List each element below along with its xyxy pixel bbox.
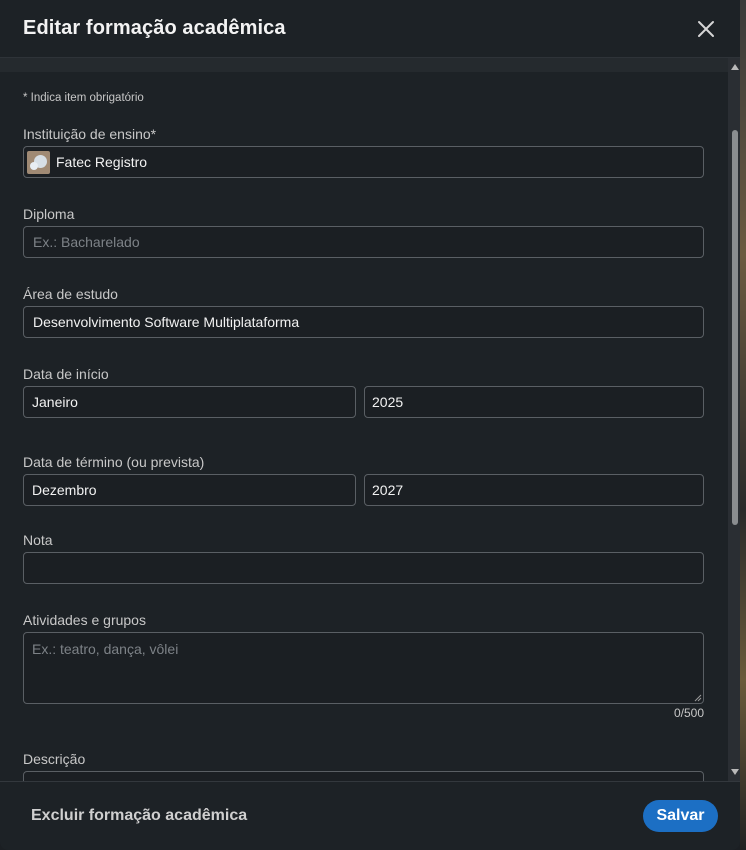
save-button[interactable]: Salvar	[643, 800, 718, 832]
top-divider-bar	[0, 58, 728, 72]
degree-label: Diploma	[23, 206, 75, 222]
degree-placeholder: Ex.: Bacharelado	[33, 234, 140, 250]
resize-grip-icon[interactable]	[694, 694, 702, 702]
activities-field: Atividades e grupos Ex.: teatro, dança, …	[23, 610, 704, 722]
grade-label: Nota	[23, 532, 53, 548]
start-date-label: Data de início	[23, 366, 109, 382]
form-content: * Indica item obrigatório Instituição de…	[0, 72, 728, 781]
modal-footer: Excluir formação acadêmica Salvar	[0, 781, 740, 850]
end-month-select[interactable]: Dezembro	[23, 474, 356, 506]
field-of-study-value: Desenvolvimento Software Multiplataforma	[33, 314, 300, 330]
close-icon	[698, 20, 714, 37]
scroll-up-arrow-icon[interactable]	[731, 64, 739, 70]
end-year-value: 2027	[372, 482, 404, 498]
end-month-value: Dezembro	[32, 482, 97, 498]
modal-title: Editar formação acadêmica	[23, 17, 286, 39]
description-textarea[interactable]	[23, 771, 704, 781]
character-counter: 0/500	[673, 706, 704, 720]
institution-field: Instituição de ensino* Fatec Registro	[23, 124, 704, 178]
field-of-study-label: Área de estudo	[23, 286, 118, 302]
scroll-thumb[interactable]	[732, 130, 738, 525]
edit-education-modal: Editar formação acadêmica * Indica item …	[0, 0, 740, 850]
start-month-select[interactable]: Janeiro	[23, 386, 356, 418]
close-button[interactable]	[692, 15, 720, 43]
degree-input[interactable]: Ex.: Bacharelado	[23, 226, 704, 258]
start-month-value: Janeiro	[32, 394, 78, 410]
institution-label: Instituição de ensino*	[23, 126, 157, 142]
institution-logo-icon	[27, 150, 50, 174]
scroll-down-arrow-icon[interactable]	[731, 769, 739, 775]
degree-field: Diploma Ex.: Bacharelado	[23, 204, 704, 258]
required-note: * Indica item obrigatório	[23, 92, 144, 104]
description-field: Descrição	[23, 749, 704, 781]
end-date-label: Data de término (ou prevista)	[23, 454, 205, 470]
start-year-select[interactable]: 2025	[364, 386, 704, 418]
delete-education-button[interactable]: Excluir formação acadêmica	[31, 807, 247, 825]
activities-placeholder: Ex.: teatro, dança, vôlei	[32, 641, 179, 657]
field-of-study-input[interactable]: Desenvolvimento Software Multiplataforma	[23, 306, 704, 338]
institution-input[interactable]: Fatec Registro	[23, 146, 704, 178]
grade-input[interactable]	[23, 552, 704, 584]
activities-textarea[interactable]: Ex.: teatro, dança, vôlei	[23, 632, 704, 704]
start-year-value: 2025	[372, 394, 404, 410]
activities-label: Atividades e grupos	[23, 612, 146, 628]
end-date-field: Data de término (ou prevista) Dezembro 2…	[23, 452, 704, 506]
end-year-select[interactable]: 2027	[364, 474, 704, 506]
start-date-field: Data de início Janeiro 2025	[23, 364, 704, 418]
grade-field: Nota	[23, 530, 704, 584]
institution-value: Fatec Registro	[56, 154, 148, 170]
background-strip	[740, 0, 746, 850]
scrollbar[interactable]	[728, 58, 740, 781]
modal-header: Editar formação acadêmica	[0, 0, 740, 58]
description-label: Descrição	[23, 751, 86, 767]
field-of-study-field: Área de estudo Desenvolvimento Software …	[23, 284, 704, 338]
